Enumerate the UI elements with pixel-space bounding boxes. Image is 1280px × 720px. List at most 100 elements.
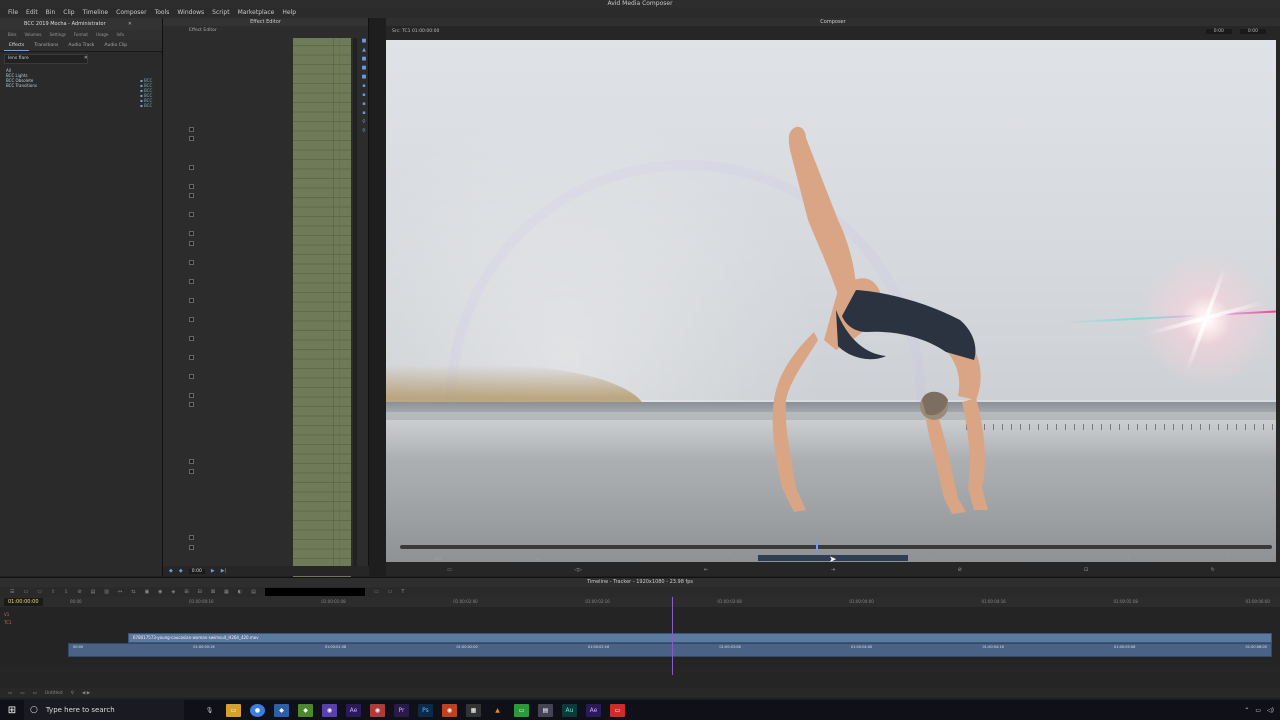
windows-start-icon[interactable]: ⊞ (0, 705, 24, 716)
tab-format[interactable]: Format (70, 30, 92, 40)
parameter-row[interactable] (169, 76, 291, 86)
tool-icon[interactable]: ▪ (359, 110, 369, 119)
search-icon[interactable]: ⚲ (71, 691, 74, 696)
tool-icon[interactable]: ▪ (359, 92, 369, 101)
play-icon[interactable]: ▶ (211, 568, 215, 574)
parameter-row[interactable] (169, 418, 291, 428)
avid-icon[interactable]: ◉ (322, 703, 337, 717)
effect-search-input[interactable]: lens flare ✕ (4, 54, 88, 64)
after-effects-icon[interactable]: Ae (586, 703, 601, 717)
parameter-row[interactable] (169, 513, 291, 523)
menu-clip[interactable]: Clip (59, 8, 78, 18)
parameter-checkbox[interactable] (169, 466, 291, 476)
timeline-playhead[interactable] (672, 597, 673, 675)
video-clip[interactable]: 678017573-young-caucasian-woman-swimsuit… (128, 633, 1272, 643)
parameter-checkbox[interactable] (169, 124, 291, 134)
clear-search-icon[interactable]: ✕ (84, 54, 88, 62)
tool-icon[interactable]: ▪ (359, 83, 369, 92)
tool-icon[interactable]: ▭ (388, 589, 393, 595)
parameter-group[interactable] (169, 285, 291, 295)
tool-icon[interactable]: ▭ (37, 589, 42, 595)
parameter-group[interactable] (169, 143, 291, 153)
network-icon[interactable]: ▭ (1255, 707, 1261, 714)
parameter-row[interactable] (169, 494, 291, 504)
parameter-group[interactable] (169, 266, 291, 276)
source-info[interactable]: Src: TC1 01:00:00:00 (392, 29, 439, 34)
keyframe-icon[interactable]: ◆ (179, 568, 183, 574)
counter-display[interactable]: 0:00 (1205, 29, 1232, 34)
parameter-checkbox[interactable] (169, 228, 291, 238)
play-reverse-icon[interactable]: ◀ (535, 556, 539, 562)
parameter-group[interactable] (169, 200, 291, 210)
toggle-icon[interactable]: ▭ (33, 691, 37, 696)
jog-icon[interactable]: ◁▷ (574, 567, 582, 573)
close-icon[interactable]: ✕ (128, 18, 132, 30)
go-to-out-icon[interactable]: ⇥ (831, 567, 835, 573)
effect-editor-tab[interactable]: Effect Editor (189, 28, 217, 33)
zoom-slider[interactable]: ◀ ▶ (82, 691, 90, 696)
extract-icon[interactable]: ⇩ (64, 589, 68, 595)
parameter-checkbox[interactable] (169, 456, 291, 466)
premiere-icon[interactable]: Pr (394, 703, 409, 717)
go-to-in-icon[interactable]: ⇤ (704, 567, 708, 573)
tool-icon[interactable]: ◐ (238, 589, 242, 595)
monitor-icon[interactable]: ▭ (447, 567, 452, 573)
tool-icon[interactable]: ■ (359, 65, 369, 74)
parameter-row[interactable] (169, 437, 291, 447)
calculator-icon[interactable]: ▦ (466, 703, 481, 717)
menu-icon[interactable]: ☰ (10, 589, 14, 595)
parameter-row[interactable] (169, 475, 291, 485)
after-effects-icon[interactable]: Ae (346, 703, 361, 717)
parameter-checkbox[interactable] (169, 133, 291, 143)
tool-icon[interactable]: ▪ (359, 101, 369, 110)
parameter-checkbox[interactable] (169, 162, 291, 172)
tool-icon[interactable]: ■ (359, 74, 369, 83)
parameter-row[interactable] (169, 38, 291, 48)
clear-marks-icon[interactable]: ⊘ (957, 567, 961, 573)
parameter-checkbox[interactable] (169, 209, 291, 219)
rewind-icon[interactable]: ◀◀ (433, 556, 441, 562)
parameter-group[interactable] (169, 95, 291, 105)
tool-icon[interactable]: ◈ (172, 589, 176, 595)
tool-icon[interactable]: ⚲ (359, 128, 369, 137)
menu-composer[interactable]: Composer (112, 8, 150, 18)
track-header-tc1[interactable]: TC1 (4, 619, 64, 627)
parameter-checkbox[interactable] (169, 257, 291, 267)
tab-info[interactable]: Info (112, 30, 128, 40)
parameter-group[interactable] (169, 114, 291, 124)
tool-icon[interactable]: ▲ (359, 47, 369, 56)
parameter-row[interactable] (169, 485, 291, 495)
menu-windows[interactable]: Windows (173, 8, 208, 18)
keyframe-graph[interactable] (293, 38, 351, 578)
menu-timeline[interactable]: Timeline (79, 8, 113, 18)
parameter-checkbox[interactable] (169, 390, 291, 400)
app-icon[interactable]: ▤ (538, 703, 553, 717)
toggle-icon[interactable]: ▭ (20, 691, 24, 696)
tool-icon[interactable]: ▭ (374, 589, 379, 595)
list-item[interactable]: BCC Transitions (6, 83, 162, 88)
parameter-row[interactable] (169, 67, 291, 77)
parameter-group[interactable] (169, 323, 291, 333)
tool-icon[interactable]: ▥ (104, 589, 109, 595)
app-icon[interactable]: ▭ (610, 703, 625, 717)
parameter-checkbox[interactable] (169, 399, 291, 409)
step-forward-icon[interactable]: ▷| (928, 556, 934, 562)
parameter-group[interactable] (169, 551, 291, 561)
counter-display[interactable]: 0:00 (1239, 29, 1266, 34)
effect-parameter-list[interactable] (169, 38, 291, 578)
app-icon[interactable]: ◆ (274, 703, 289, 717)
step-icon[interactable]: ▶| (221, 568, 227, 574)
tab-transitions[interactable]: Transitions (29, 40, 63, 51)
tab-bins[interactable]: Bins (4, 30, 20, 40)
menu-file[interactable]: File (4, 8, 22, 18)
position-indicator[interactable] (816, 543, 818, 551)
loop-icon[interactable]: ↻ (1211, 567, 1215, 573)
menu-script[interactable]: Script (208, 8, 233, 18)
timecode-track[interactable]: 00:00 01:00:00:16 01:00:01:08 01:00:02:0… (68, 643, 1272, 657)
sequence-name[interactable]: Untitled (45, 691, 63, 696)
tool-icon[interactable]: ▭ (23, 589, 28, 595)
audition-icon[interactable]: Au (562, 703, 577, 717)
parameter-group[interactable] (169, 152, 291, 162)
parameter-group[interactable] (169, 342, 291, 352)
parameter-checkbox[interactable] (169, 542, 291, 552)
